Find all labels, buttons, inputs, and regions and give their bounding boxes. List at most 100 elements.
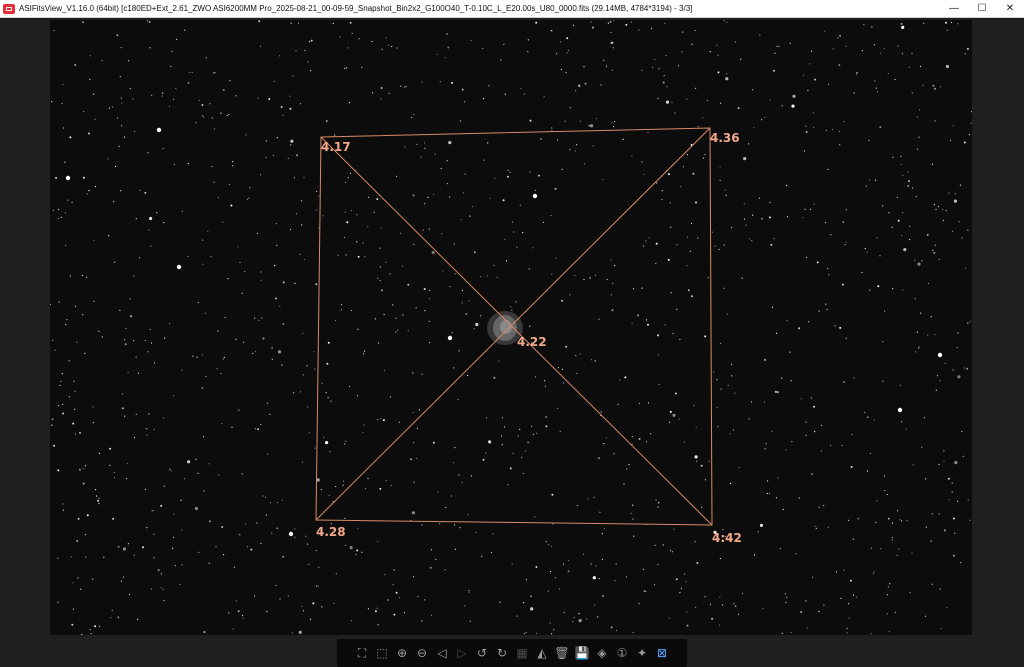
star	[669, 202, 671, 204]
star	[839, 130, 841, 133]
star	[396, 175, 398, 177]
star	[598, 578, 600, 580]
star	[812, 112, 815, 114]
close-button[interactable]: ✕	[996, 0, 1024, 17]
star	[345, 254, 347, 256]
star	[98, 330, 100, 332]
star	[119, 76, 121, 78]
star	[244, 270, 246, 273]
save-icon[interactable]: 💾	[574, 645, 590, 661]
star	[295, 50, 297, 52]
star	[839, 326, 842, 329]
star	[643, 173, 645, 175]
star	[413, 481, 415, 483]
previous-icon[interactable]: ◁	[434, 645, 450, 661]
star	[810, 50, 813, 52]
star	[101, 60, 103, 62]
star	[880, 52, 882, 54]
star	[569, 107, 571, 109]
star	[631, 322, 633, 324]
star	[137, 618, 139, 621]
star	[347, 177, 349, 179]
star	[444, 569, 446, 571]
star	[302, 332, 304, 334]
star	[242, 615, 244, 617]
star	[720, 342, 722, 344]
star	[772, 306, 774, 308]
star	[808, 321, 810, 323]
star	[609, 20, 612, 23]
star	[348, 102, 351, 104]
star	[68, 396, 70, 398]
star	[66, 319, 68, 321]
star	[280, 106, 283, 108]
star	[831, 128, 834, 130]
star	[961, 237, 963, 239]
star	[454, 524, 456, 526]
star	[107, 158, 109, 160]
star	[879, 126, 882, 129]
star	[272, 154, 274, 156]
histogram-icon[interactable]: ◭	[534, 645, 550, 661]
minimize-button[interactable]: —	[940, 0, 968, 17]
star	[371, 40, 373, 43]
star	[379, 247, 381, 249]
star	[468, 590, 470, 592]
fits-image-canvas[interactable]: 4.17 4.36 4.22 4.28 4:42	[50, 20, 972, 635]
star	[704, 335, 707, 338]
app-icon	[3, 3, 15, 14]
zoom-in-icon[interactable]: ⊕	[394, 645, 410, 661]
zoom-out-icon[interactable]: ⊖	[414, 645, 430, 661]
star	[428, 228, 430, 230]
star	[967, 229, 969, 231]
star	[935, 208, 937, 210]
star	[545, 541, 547, 543]
annotate-icon[interactable]: ✦	[634, 645, 650, 661]
star	[383, 314, 385, 316]
one-to-one-icon[interactable]: ①	[614, 645, 630, 661]
maximize-button[interactable]: ☐	[968, 0, 996, 17]
star	[918, 347, 920, 349]
star	[452, 462, 455, 464]
star	[891, 522, 894, 524]
star	[344, 67, 346, 69]
star	[828, 83, 830, 85]
bright-star	[447, 335, 453, 341]
star	[962, 455, 964, 457]
rotate-right-icon[interactable]: ↻	[494, 645, 510, 661]
delete-icon[interactable]: 🗑	[554, 645, 570, 661]
star	[908, 180, 910, 183]
star	[122, 547, 127, 551]
star	[845, 209, 847, 211]
star	[572, 621, 574, 623]
star	[509, 467, 512, 470]
star	[77, 577, 79, 579]
fit-screen-icon[interactable]: ⛶	[354, 645, 370, 661]
tilt-analysis-icon[interactable]: ⊠	[654, 645, 670, 661]
star	[274, 297, 277, 300]
star	[561, 168, 563, 170]
star	[275, 223, 277, 225]
star	[254, 428, 256, 430]
star	[778, 45, 780, 47]
star	[605, 437, 608, 439]
star	[764, 117, 766, 119]
star	[891, 536, 893, 539]
star	[593, 496, 595, 498]
star	[865, 185, 867, 187]
star	[530, 607, 534, 611]
star	[735, 605, 737, 607]
star	[631, 21, 633, 23]
star	[575, 90, 577, 92]
star	[769, 201, 771, 203]
star-detect-icon[interactable]: ◈	[594, 645, 610, 661]
star	[886, 493, 888, 496]
star	[900, 163, 902, 166]
star	[312, 602, 315, 605]
star	[915, 196, 917, 198]
rotate-left-icon[interactable]: ↺	[474, 645, 490, 661]
star	[523, 602, 525, 604]
star	[818, 610, 820, 613]
actual-size-icon[interactable]: ⬚	[374, 645, 390, 661]
star	[843, 120, 845, 123]
